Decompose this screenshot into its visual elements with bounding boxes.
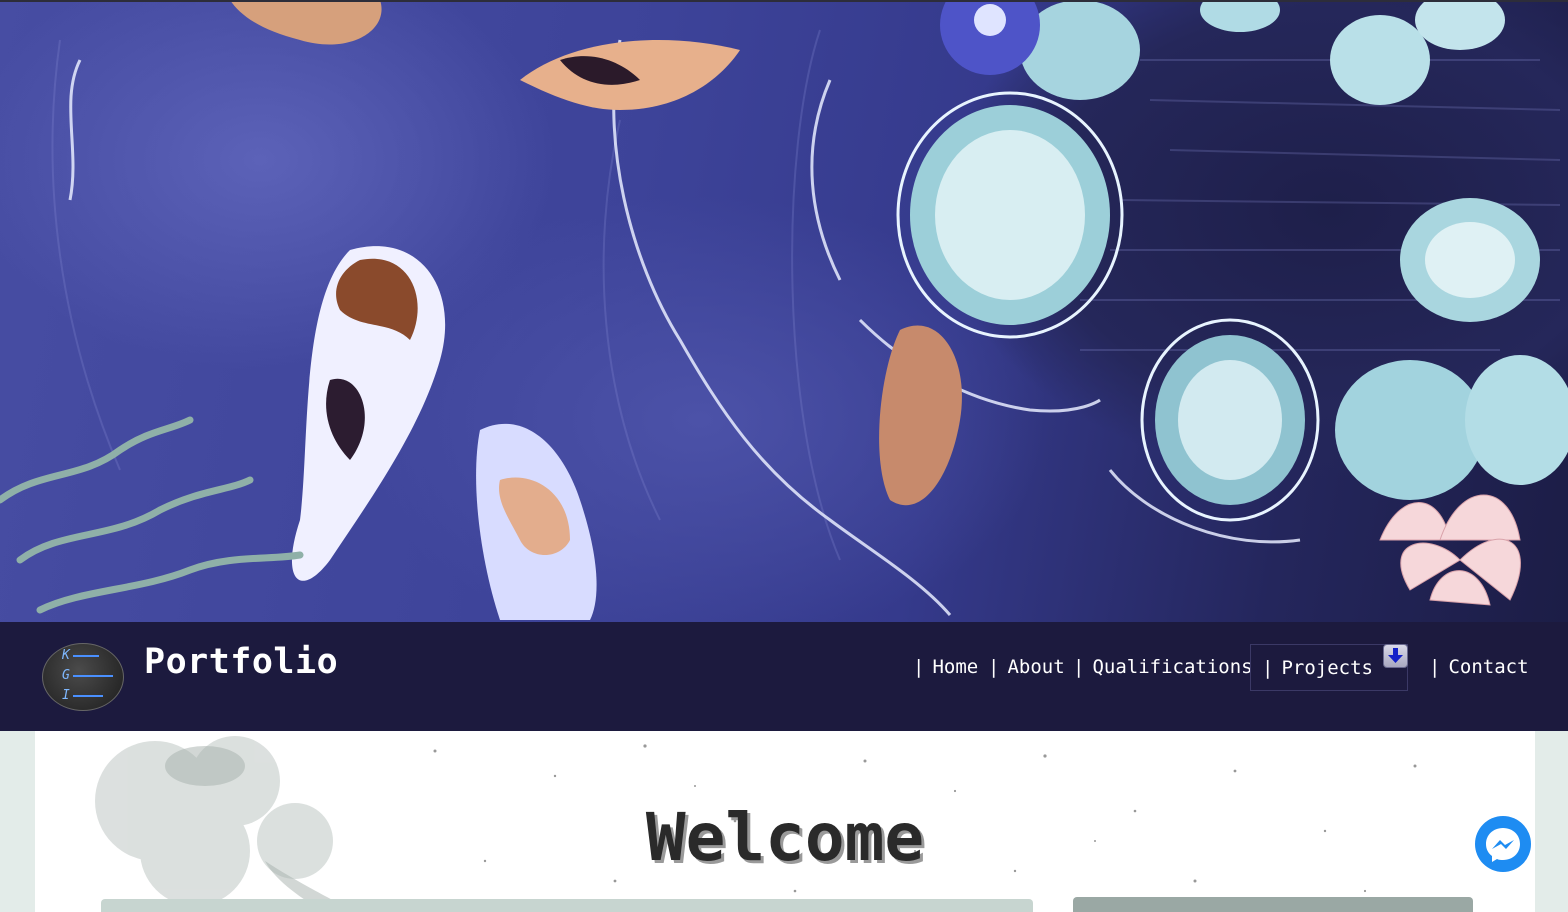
content-panel-left	[101, 899, 1033, 912]
content-panel-right	[1073, 897, 1473, 912]
nav-label[interactable]: Projects	[1281, 657, 1373, 679]
nav-separator: |	[1262, 657, 1274, 679]
messenger-chat-button[interactable]	[1475, 816, 1531, 872]
logo-letter-i: I	[62, 688, 70, 703]
nav-item-home[interactable]: | Home	[913, 656, 978, 680]
logo-letter-g: G	[62, 668, 70, 683]
messenger-icon	[1486, 828, 1520, 862]
hero-banner	[0, 0, 1568, 622]
nav-item-projects[interactable]: | Projects	[1262, 657, 1373, 681]
logo-stroke	[73, 695, 103, 697]
nav-separator: |	[913, 656, 925, 678]
logo-letter-k: K	[62, 648, 70, 663]
navbar: K G I Portfolio | Home | About | Qualificat…	[0, 622, 1568, 731]
site-title[interactable]: Portfolio	[144, 642, 338, 682]
nav-separator: |	[1429, 656, 1441, 678]
logo-stroke	[73, 675, 113, 677]
top-border	[0, 0, 1568, 2]
nav-separator: |	[1073, 656, 1085, 678]
nav-label[interactable]: Contact	[1448, 656, 1528, 678]
nav-label[interactable]: About	[1007, 656, 1064, 678]
nav-label[interactable]: Home	[932, 656, 978, 678]
nav-item-qualifications[interactable]: | Qualifications	[1073, 656, 1253, 680]
nav-separator: |	[988, 656, 1000, 678]
nav-item-contact[interactable]: | Contact	[1429, 656, 1529, 680]
nav-label[interactable]: Qualifications	[1092, 656, 1252, 678]
logo-stroke	[73, 655, 99, 657]
site-logo[interactable]: K G I	[42, 643, 124, 711]
page-heading: Welcome	[645, 799, 925, 876]
nav-item-about[interactable]: | About	[988, 656, 1065, 680]
main-content: Welcome	[35, 731, 1535, 912]
koi-pond-illustration	[0, 0, 1568, 620]
download-arrow-icon[interactable]	[1383, 644, 1408, 668]
